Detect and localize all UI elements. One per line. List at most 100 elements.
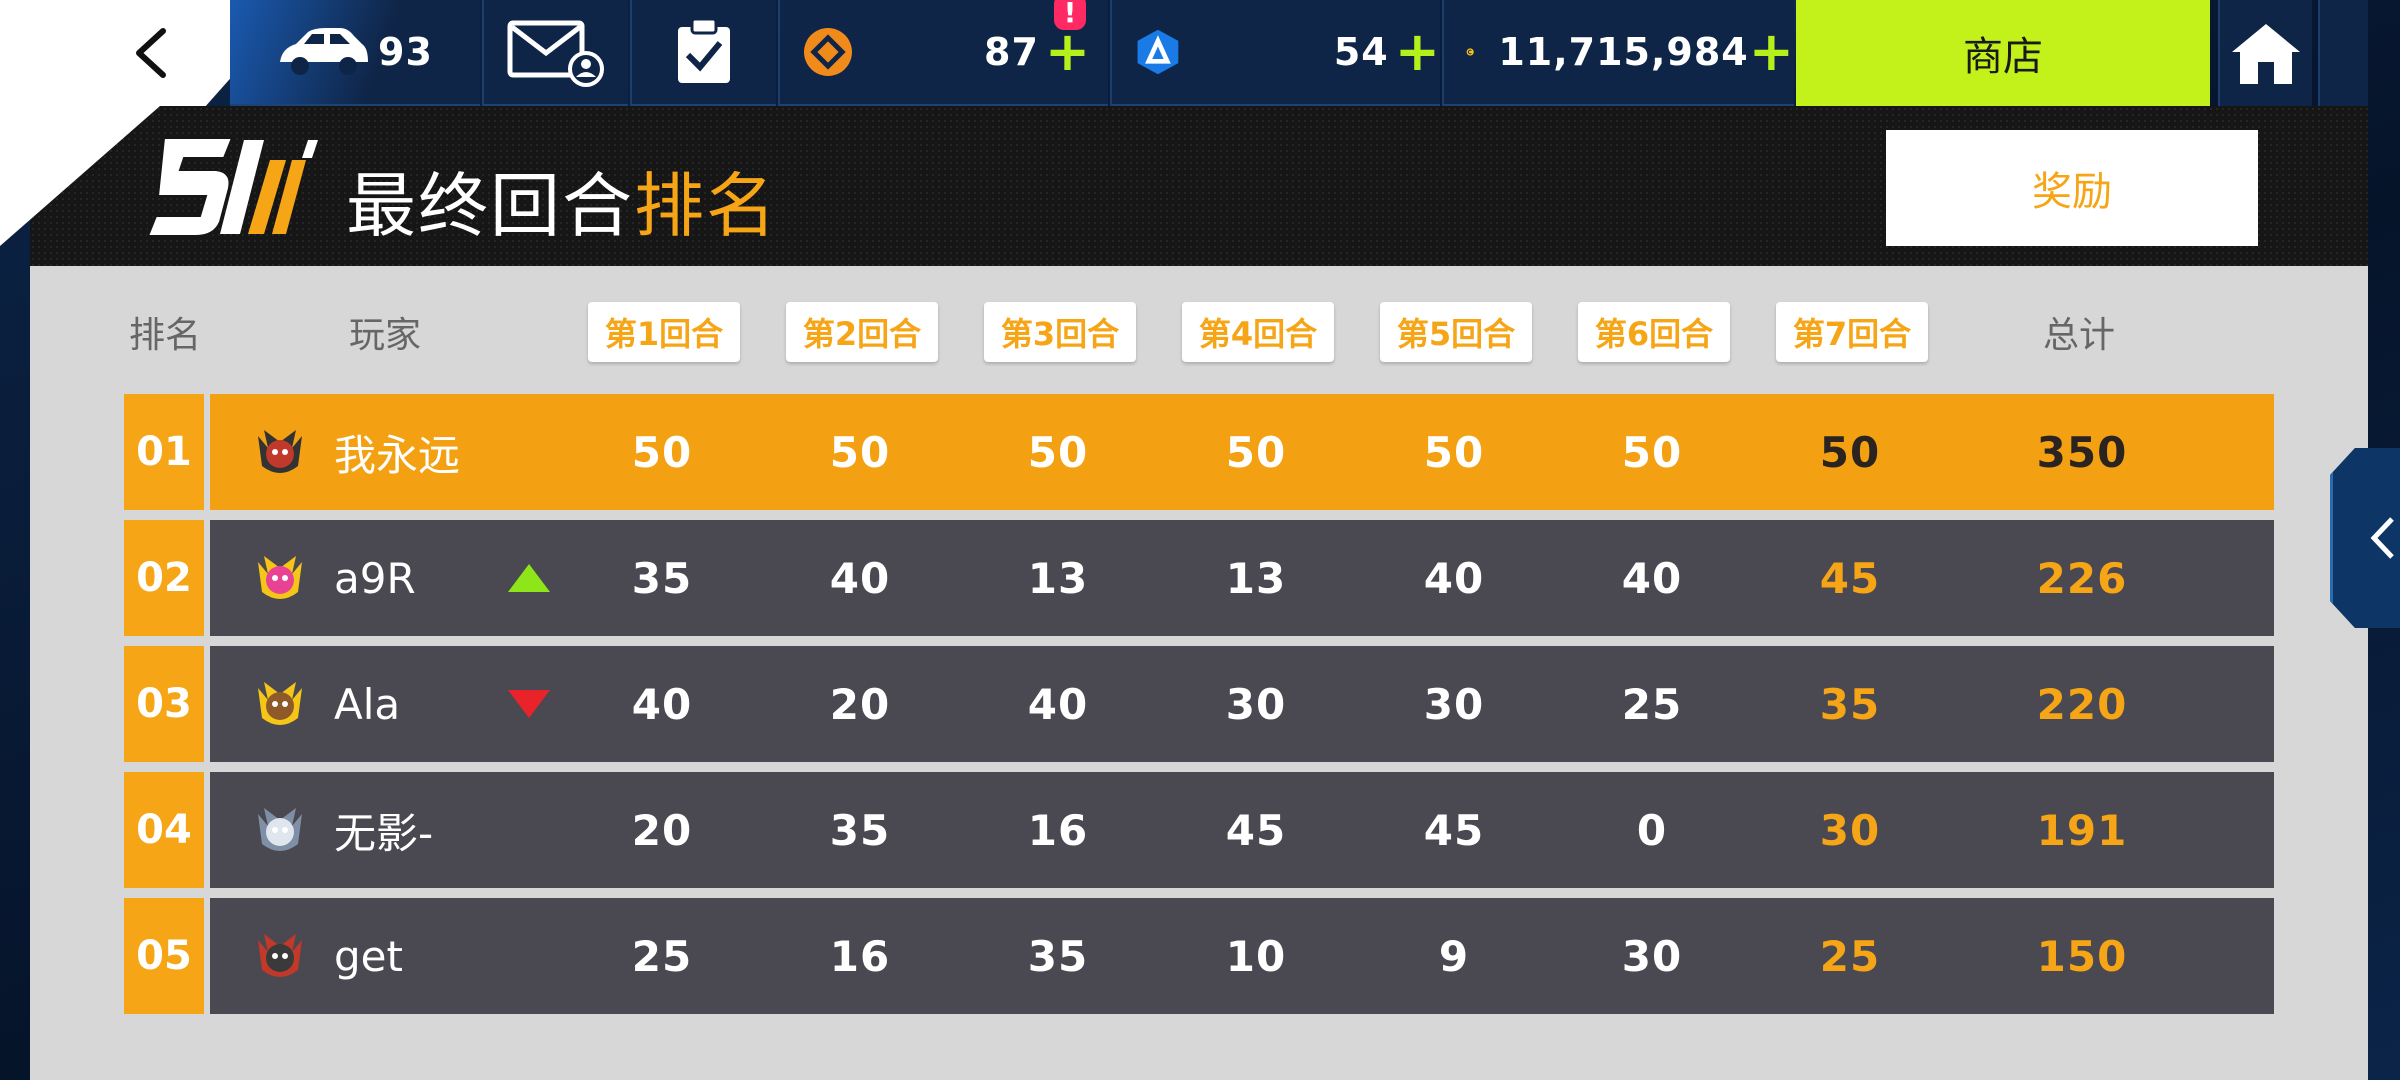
round-7-score: 25 bbox=[1819, 931, 1881, 981]
round-3-score: 50 bbox=[1027, 427, 1089, 477]
player-name: a9R bbox=[334, 553, 416, 603]
tasks-button[interactable] bbox=[630, 0, 776, 106]
rank-number: 04 bbox=[124, 772, 204, 888]
player-name: 无影- bbox=[334, 808, 434, 858]
round-3-score: 16 bbox=[1027, 805, 1089, 855]
event-logo-icon bbox=[146, 137, 318, 237]
player-avatar-icon[interactable] bbox=[250, 926, 310, 986]
token2-count: 54 bbox=[1333, 30, 1389, 74]
round-1-score: 20 bbox=[631, 805, 693, 855]
column-header-total: 总计 bbox=[2042, 315, 2115, 356]
round-5-score: 9 bbox=[1438, 931, 1470, 981]
round-5-score: 40 bbox=[1423, 553, 1485, 603]
round-1-score: 50 bbox=[631, 427, 693, 477]
mail-button[interactable] bbox=[482, 0, 628, 106]
round-1-score: 35 bbox=[631, 553, 693, 603]
table-row[interactable]: 01 我永远 50 50 50 50 50 50 50 350 bbox=[124, 394, 2274, 510]
round-6-score: 30 bbox=[1621, 931, 1683, 981]
title-highlight: 排名 bbox=[634, 165, 778, 247]
round-2-score: 20 bbox=[829, 679, 891, 729]
player-avatar-icon[interactable] bbox=[250, 674, 310, 734]
add-token1-button[interactable]: + bbox=[1045, 25, 1090, 79]
round-5-score: 30 bbox=[1423, 679, 1485, 729]
table-row[interactable]: 04 无影- 20 35 16 45 45 0 30 191 bbox=[124, 772, 2274, 888]
blue-token-icon bbox=[1137, 29, 1179, 75]
column-header-round-2: 第2回合 bbox=[786, 302, 938, 362]
home-icon bbox=[2232, 24, 2300, 84]
token2-counter[interactable]: 54 + bbox=[1110, 0, 1440, 106]
cars-counter[interactable]: 93 bbox=[230, 0, 480, 106]
round-2-score: 50 bbox=[829, 427, 891, 477]
rank-down-arrow-icon bbox=[508, 690, 550, 718]
topbar-edge bbox=[2318, 0, 2368, 106]
credit-coin-icon bbox=[1466, 48, 1474, 56]
round-3-score: 13 bbox=[1027, 553, 1089, 603]
diamond-coin-icon bbox=[804, 28, 852, 76]
cars-count: 93 bbox=[378, 30, 433, 74]
round-7-score: 30 bbox=[1819, 805, 1881, 855]
column-header-rank: 排名 bbox=[128, 315, 201, 356]
column-header-round-4: 第4回合 bbox=[1182, 302, 1334, 362]
round-4-score: 10 bbox=[1225, 931, 1287, 981]
player-name: Ala bbox=[334, 679, 401, 729]
chevron-left-icon bbox=[2370, 517, 2394, 559]
column-header-round-7: 第7回合 bbox=[1776, 302, 1928, 362]
table-row[interactable]: 02 a9R 35 40 13 13 40 40 45 226 bbox=[124, 520, 2274, 636]
round-7-score: 35 bbox=[1819, 679, 1881, 729]
round-3-score: 35 bbox=[1027, 931, 1089, 981]
page-title: 最终回合排名 bbox=[346, 150, 778, 251]
back-button[interactable] bbox=[118, 18, 184, 88]
notification-badge: ! bbox=[1054, 0, 1086, 30]
round-3-score: 40 bbox=[1027, 679, 1089, 729]
car-icon bbox=[280, 28, 368, 75]
player-name: 我永远 bbox=[334, 430, 461, 480]
round-6-score: 0 bbox=[1636, 805, 1668, 855]
rank-number: 05 bbox=[124, 898, 204, 1014]
table-row[interactable]: 05 get 25 16 35 10 9 30 25 150 bbox=[124, 898, 2274, 1014]
rank-number: 02 bbox=[124, 520, 204, 636]
column-header-player: 玩家 bbox=[348, 315, 421, 356]
shop-button[interactable]: 商店 bbox=[1796, 0, 2210, 106]
table-row[interactable]: 03 Ala 40 20 40 30 30 25 35 220 bbox=[124, 646, 2274, 762]
round-4-score: 30 bbox=[1225, 679, 1287, 729]
round-2-score: 16 bbox=[829, 931, 891, 981]
column-header-round-6: 第6回合 bbox=[1578, 302, 1730, 362]
side-panel-toggle[interactable] bbox=[2330, 448, 2400, 628]
column-header-round-1: 第1回合 bbox=[588, 302, 740, 362]
round-7-score: 45 bbox=[1819, 553, 1881, 603]
round-2-score: 40 bbox=[829, 553, 891, 603]
round-1-score: 25 bbox=[631, 931, 693, 981]
round-4-score: 45 bbox=[1225, 805, 1287, 855]
chevron-left-icon bbox=[136, 28, 166, 78]
home-button[interactable] bbox=[2218, 0, 2312, 106]
round-6-score: 50 bbox=[1621, 427, 1683, 477]
player-name: get bbox=[334, 931, 403, 981]
reward-button[interactable]: 奖励 bbox=[1886, 130, 2258, 246]
credits-count: 11,715,984 bbox=[1498, 30, 1749, 74]
add-credits-button[interactable]: + bbox=[1749, 25, 1794, 79]
round-6-score: 25 bbox=[1621, 679, 1683, 729]
round-5-score: 45 bbox=[1423, 805, 1485, 855]
top-bar: 93 87 + ! 54 + 11,715,984 + 商店 bbox=[0, 0, 2400, 108]
total-score: 226 bbox=[2036, 553, 2128, 603]
column-header-round-5: 第5回合 bbox=[1380, 302, 1532, 362]
round-5-score: 50 bbox=[1423, 427, 1485, 477]
round-1-score: 40 bbox=[631, 679, 693, 729]
add-token2-button[interactable]: + bbox=[1395, 25, 1440, 79]
mail-contact-icon bbox=[507, 20, 604, 87]
rank-up-arrow-icon bbox=[508, 564, 550, 592]
total-score: 191 bbox=[2036, 805, 2128, 855]
column-header-round-3: 第3回合 bbox=[984, 302, 1136, 362]
rank-number: 01 bbox=[124, 394, 204, 510]
round-6-score: 40 bbox=[1621, 553, 1683, 603]
player-avatar-icon[interactable] bbox=[250, 422, 310, 482]
total-score: 150 bbox=[2036, 931, 2128, 981]
token1-count: 87 bbox=[984, 30, 1039, 74]
player-avatar-icon[interactable] bbox=[250, 800, 310, 860]
credits-counter[interactable]: 11,715,984 + bbox=[1442, 0, 1794, 106]
rank-number: 03 bbox=[124, 646, 204, 762]
round-7-score: 50 bbox=[1819, 427, 1881, 477]
round-2-score: 35 bbox=[829, 805, 891, 855]
player-avatar-icon[interactable] bbox=[250, 548, 310, 608]
total-score: 350 bbox=[2036, 427, 2128, 477]
